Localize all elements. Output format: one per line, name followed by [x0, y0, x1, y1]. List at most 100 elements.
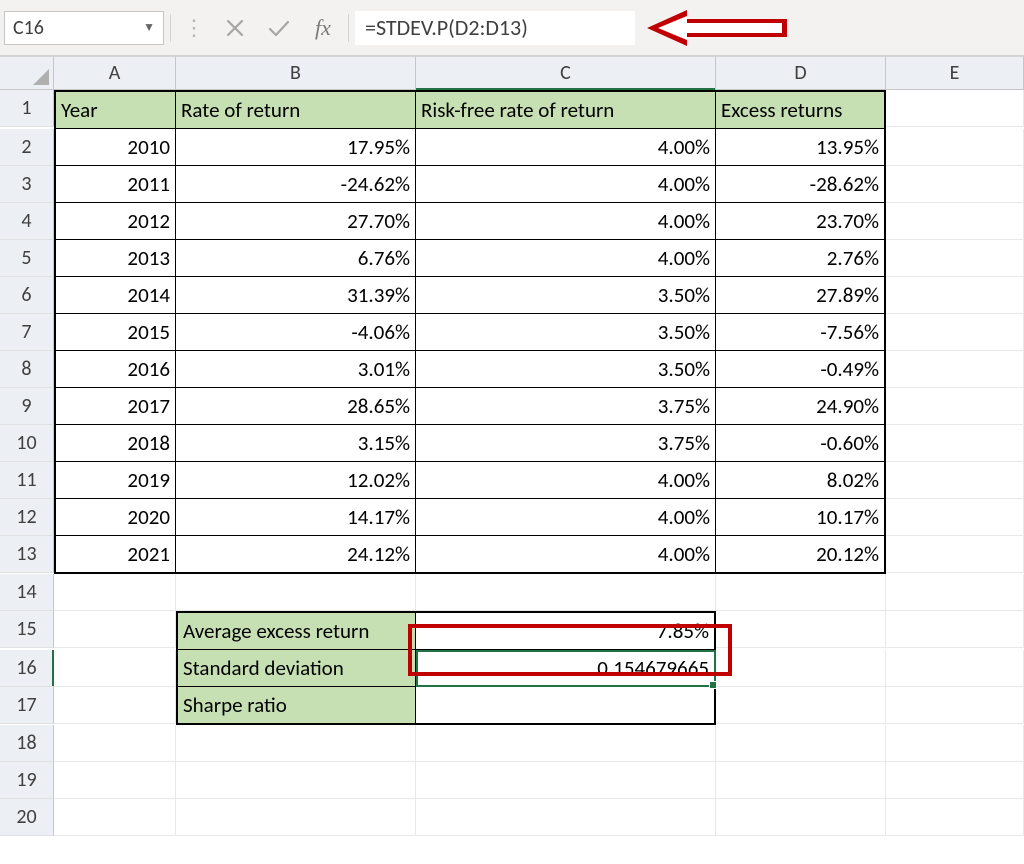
- cell-A8[interactable]: 2016: [54, 351, 176, 388]
- cell-E18[interactable]: [886, 725, 1024, 762]
- cell-E16[interactable]: [886, 650, 1024, 687]
- cell-E17[interactable]: [886, 687, 1024, 724]
- cell-B3[interactable]: -24.62%: [176, 166, 416, 203]
- cell-A9[interactable]: 2017: [54, 388, 176, 425]
- cell-E3[interactable]: [886, 166, 1024, 203]
- cell-A2[interactable]: 2010: [54, 129, 176, 166]
- row-header-5[interactable]: 5: [0, 240, 54, 277]
- cell-B14[interactable]: [176, 574, 416, 611]
- column-header-D[interactable]: D: [716, 56, 886, 90]
- column-header-B[interactable]: B: [176, 56, 416, 90]
- row-header-7[interactable]: 7: [0, 314, 54, 351]
- cell-A20[interactable]: [54, 799, 176, 836]
- insert-function-button[interactable]: fx: [304, 11, 342, 45]
- cell-E6[interactable]: [886, 277, 1024, 314]
- cell-A7[interactable]: 2015: [54, 314, 176, 351]
- cell-C17[interactable]: [416, 687, 716, 725]
- cell-B6[interactable]: 31.39%: [176, 277, 416, 314]
- cell-D12[interactable]: 10.17%: [716, 499, 886, 536]
- cell-E8[interactable]: [886, 351, 1024, 388]
- cell-E4[interactable]: [886, 203, 1024, 240]
- cell-E19[interactable]: [886, 762, 1024, 799]
- cell-A12[interactable]: 2020: [54, 499, 176, 536]
- cell-B17[interactable]: Sharpe ratio: [176, 687, 416, 725]
- cell-C3[interactable]: 4.00%: [416, 166, 716, 203]
- row-header-3[interactable]: 3: [0, 166, 54, 203]
- column-header-A[interactable]: A: [54, 56, 176, 90]
- cell-E7[interactable]: [886, 314, 1024, 351]
- cell-E9[interactable]: [886, 388, 1024, 425]
- cell-D9[interactable]: 24.90%: [716, 388, 886, 425]
- cell-C11[interactable]: 4.00%: [416, 462, 716, 499]
- cell-D10[interactable]: -0.60%: [716, 425, 886, 462]
- cell-C2[interactable]: 4.00%: [416, 129, 716, 166]
- row-header-16[interactable]: 16: [0, 650, 54, 687]
- cell-C16[interactable]: 0.154679665: [416, 650, 716, 687]
- column-header-E[interactable]: E: [886, 56, 1024, 90]
- cell-D19[interactable]: [716, 762, 886, 799]
- row-header-19[interactable]: 19: [0, 762, 54, 799]
- cell-D16[interactable]: [716, 650, 886, 687]
- cell-A11[interactable]: 2019: [54, 462, 176, 499]
- cancel-icon[interactable]: [216, 11, 254, 45]
- cell-B18[interactable]: [176, 725, 416, 762]
- cell-C18[interactable]: [416, 725, 716, 762]
- row-header-9[interactable]: 9: [0, 388, 54, 425]
- cell-B7[interactable]: -4.06%: [176, 314, 416, 351]
- cell-C20[interactable]: [416, 799, 716, 836]
- cell-D13[interactable]: 20.12%: [716, 536, 886, 574]
- cell-A16[interactable]: [54, 650, 176, 687]
- row-header-6[interactable]: 6: [0, 277, 54, 314]
- cell-E13[interactable]: [886, 536, 1024, 573]
- cell-D20[interactable]: [716, 799, 886, 836]
- cell-A15[interactable]: [54, 611, 176, 648]
- row-header-10[interactable]: 10: [0, 425, 54, 462]
- row-header-1[interactable]: 1: [0, 90, 54, 127]
- spreadsheet-grid[interactable]: A B C D E 1 Year Rate of return Risk-fre…: [0, 56, 1024, 836]
- cell-C4[interactable]: 4.00%: [416, 203, 716, 240]
- cell-E20[interactable]: [886, 799, 1024, 836]
- cell-C19[interactable]: [416, 762, 716, 799]
- row-header-2[interactable]: 2: [0, 129, 54, 166]
- cell-B5[interactable]: 6.76%: [176, 240, 416, 277]
- cell-D4[interactable]: 23.70%: [716, 203, 886, 240]
- row-header-14[interactable]: 14: [0, 574, 54, 611]
- cell-E1[interactable]: [886, 90, 1024, 127]
- cell-D11[interactable]: 8.02%: [716, 462, 886, 499]
- cell-C1[interactable]: Risk-free rate of return: [416, 90, 716, 129]
- cell-C12[interactable]: 4.00%: [416, 499, 716, 536]
- cell-A13[interactable]: 2021: [54, 536, 176, 574]
- cell-A18[interactable]: [54, 725, 176, 762]
- cell-C14[interactable]: [416, 574, 716, 611]
- row-header-11[interactable]: 11: [0, 462, 54, 499]
- select-all-corner[interactable]: [0, 56, 54, 90]
- cell-B9[interactable]: 28.65%: [176, 388, 416, 425]
- cell-D17[interactable]: [716, 687, 886, 724]
- formula-input[interactable]: =STDEV.P(D2:D13): [355, 11, 635, 45]
- cell-D15[interactable]: [716, 611, 886, 648]
- cell-C5[interactable]: 4.00%: [416, 240, 716, 277]
- cell-C8[interactable]: 3.50%: [416, 351, 716, 388]
- cell-E11[interactable]: [886, 462, 1024, 499]
- cell-B13[interactable]: 24.12%: [176, 536, 416, 574]
- cell-A14[interactable]: [54, 574, 176, 611]
- cell-B2[interactable]: 17.95%: [176, 129, 416, 166]
- cell-E12[interactable]: [886, 499, 1024, 536]
- cell-C15[interactable]: 7.85%: [416, 611, 716, 650]
- cell-D6[interactable]: 27.89%: [716, 277, 886, 314]
- cell-A10[interactable]: 2018: [54, 425, 176, 462]
- cell-B8[interactable]: 3.01%: [176, 351, 416, 388]
- accept-icon[interactable]: [260, 11, 298, 45]
- cell-B15[interactable]: Average excess return: [176, 611, 416, 650]
- cell-B10[interactable]: 3.15%: [176, 425, 416, 462]
- cell-E2[interactable]: [886, 129, 1024, 166]
- name-box[interactable]: C16 ▼: [4, 11, 164, 45]
- row-header-15[interactable]: 15: [0, 611, 54, 648]
- cell-D8[interactable]: -0.49%: [716, 351, 886, 388]
- row-header-12[interactable]: 12: [0, 499, 54, 536]
- cell-E14[interactable]: [886, 574, 1024, 611]
- row-header-17[interactable]: 17: [0, 687, 54, 724]
- cell-D14[interactable]: [716, 574, 886, 611]
- cell-A19[interactable]: [54, 762, 176, 799]
- cell-A5[interactable]: 2013: [54, 240, 176, 277]
